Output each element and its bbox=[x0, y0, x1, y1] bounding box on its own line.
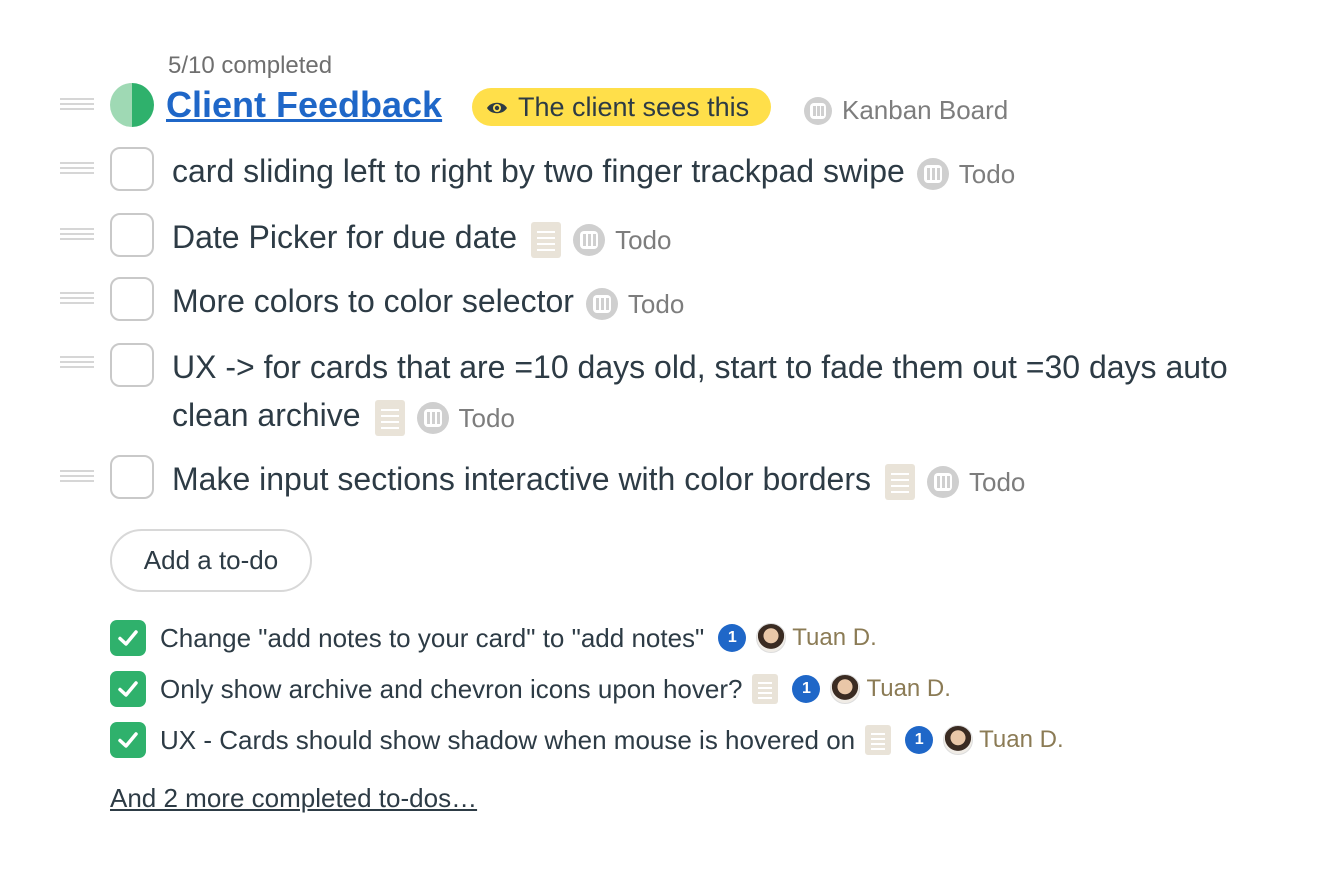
kanban-icon bbox=[804, 96, 832, 125]
assignee-name[interactable]: Tuan D. bbox=[979, 722, 1063, 758]
kanban-icon bbox=[573, 223, 606, 256]
todo-item[interactable]: card sliding left to right by two finger… bbox=[172, 147, 1015, 198]
drag-handle[interactable] bbox=[60, 98, 94, 110]
client-visibility-badge[interactable]: The client sees this bbox=[472, 88, 772, 126]
list-title-link[interactable]: Client Feedback bbox=[166, 84, 442, 126]
completed-todo[interactable]: UX - Cards should show shadow when mouse… bbox=[110, 722, 1064, 758]
drag-handle[interactable] bbox=[60, 470, 94, 482]
kanban-icon bbox=[916, 157, 949, 190]
todo-bucket[interactable]: Todo bbox=[926, 458, 1026, 506]
comment-count-badge[interactable]: 1 bbox=[905, 726, 934, 754]
todo-bucket[interactable]: Todo bbox=[416, 394, 515, 442]
todo-checkbox[interactable] bbox=[110, 277, 154, 321]
todo-item[interactable]: Make input sections interactive with col… bbox=[172, 455, 1025, 506]
comment-count-badge[interactable]: 1 bbox=[718, 624, 747, 652]
bucket-link[interactable]: Kanban Board bbox=[804, 95, 1008, 126]
bucket-label: Todo bbox=[615, 224, 672, 255]
todo-bucket[interactable]: Todo bbox=[585, 280, 685, 328]
assignee-name[interactable]: Tuan D. bbox=[792, 620, 876, 656]
add-todo-button[interactable]: Add a to-do bbox=[110, 529, 312, 592]
todo-text: Date Picker for due date bbox=[172, 219, 518, 255]
notes-icon bbox=[374, 399, 405, 436]
progress-pie-icon bbox=[110, 83, 154, 127]
todo-checkbox[interactable] bbox=[110, 455, 154, 499]
completed-todo-text: UX - Cards should show shadow when mouse… bbox=[160, 725, 856, 755]
notes-icon bbox=[752, 674, 779, 704]
checked-checkbox-icon[interactable] bbox=[110, 722, 146, 758]
todo-checkbox[interactable] bbox=[110, 343, 154, 387]
checked-checkbox-icon[interactable] bbox=[110, 671, 146, 707]
client-visibility-label: The client sees this bbox=[518, 91, 750, 122]
bucket-label: Todo bbox=[958, 158, 1016, 189]
more-completed-link[interactable]: And 2 more completed to-dos… bbox=[110, 783, 477, 814]
drag-handle[interactable] bbox=[60, 356, 94, 368]
notes-icon bbox=[531, 221, 562, 258]
completed-todo-text: Change "add notes to your card" to "add … bbox=[160, 623, 705, 653]
notes-icon bbox=[865, 725, 892, 755]
todo-item[interactable]: More colors to color selector Todo bbox=[172, 277, 684, 328]
notes-icon bbox=[884, 463, 915, 500]
bucket-label: Todo bbox=[968, 466, 1026, 497]
completed-todo[interactable]: Change "add notes to your card" to "add … bbox=[110, 620, 877, 656]
bucket-label: Kanban Board bbox=[842, 95, 1009, 125]
completed-todo-text: Only show archive and chevron icons upon… bbox=[160, 674, 743, 704]
todo-text: card sliding left to right by two finger… bbox=[172, 153, 905, 189]
todo-bucket[interactable]: Todo bbox=[573, 216, 671, 264]
comment-count-badge[interactable]: 1 bbox=[792, 675, 821, 703]
kanban-icon bbox=[926, 465, 959, 498]
todo-text: More colors to color selector bbox=[172, 283, 574, 319]
todo-item[interactable]: Date Picker for due date Todo bbox=[172, 213, 671, 264]
avatar bbox=[756, 623, 787, 653]
todo-text: Make input sections interactive with col… bbox=[172, 461, 871, 497]
bucket-label: Todo bbox=[458, 402, 515, 433]
eye-icon bbox=[486, 92, 508, 123]
todo-checkbox[interactable] bbox=[110, 213, 154, 257]
checked-checkbox-icon[interactable] bbox=[110, 620, 146, 656]
todo-bucket[interactable]: Todo bbox=[916, 150, 1016, 198]
completed-todo[interactable]: Only show archive and chevron icons upon… bbox=[110, 671, 951, 707]
drag-handle[interactable] bbox=[60, 228, 94, 240]
drag-handle[interactable] bbox=[60, 292, 94, 304]
avatar bbox=[830, 674, 861, 704]
kanban-icon bbox=[416, 401, 449, 434]
bucket-label: Todo bbox=[627, 288, 685, 319]
todo-checkbox[interactable] bbox=[110, 147, 154, 191]
assignee-name[interactable]: Tuan D. bbox=[866, 671, 950, 707]
progress-text: 5/10 completed bbox=[168, 52, 333, 79]
avatar bbox=[943, 725, 974, 755]
drag-handle[interactable] bbox=[60, 162, 94, 174]
todo-text: UX -> for cards that are =10 days old, s… bbox=[172, 349, 1228, 433]
todo-item[interactable]: UX -> for cards that are =10 days old, s… bbox=[172, 343, 1252, 442]
kanban-icon bbox=[585, 287, 618, 320]
